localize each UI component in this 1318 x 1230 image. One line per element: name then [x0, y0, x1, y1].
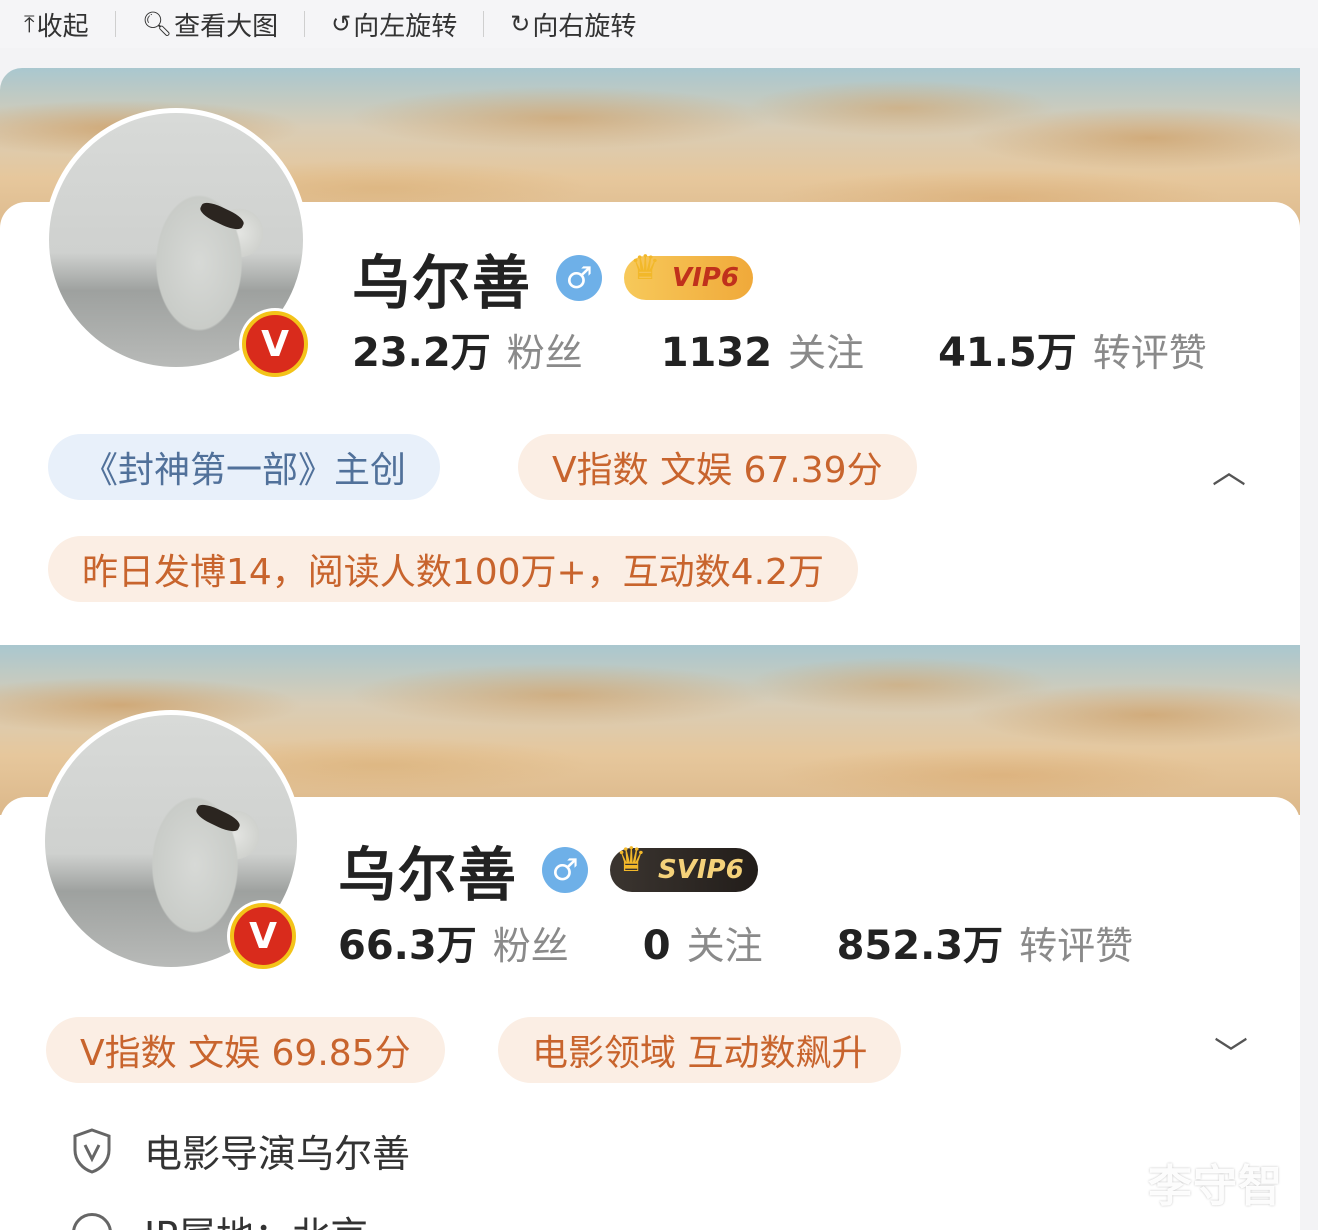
crown-icon: ♛ — [616, 840, 647, 880]
interactions-stat[interactable]: 852.3万 转评赞 — [837, 913, 1134, 971]
collapse-button[interactable]: ⤒ 收起 — [24, 6, 89, 43]
interactions-label: 转评赞 — [1092, 331, 1207, 375]
vindex-tag[interactable]: V指数 文娱 69.85分 — [46, 1017, 445, 1083]
profile-card-bottom: V 乌尔善 ♂ ♛ SVIP6 66.3万 粉丝 0 关注 852.3万 转评赞… — [0, 645, 1300, 1230]
following-label: 关注 — [686, 924, 763, 968]
rotate-left-icon: ↺ — [331, 10, 352, 38]
collapse-label: 收起 — [36, 11, 89, 42]
avatar-detail — [197, 199, 247, 233]
ip-location-row: IP属地：北京 — [72, 1205, 368, 1230]
svip-badge[interactable]: ♛ SVIP6 — [610, 840, 758, 892]
creator-tag[interactable]: 《封神第一部》主创 — [48, 434, 441, 500]
view-large-label: 查看大图 — [174, 11, 279, 42]
vip-label: VIP6 — [672, 263, 739, 293]
interactions-label: 转评赞 — [1019, 924, 1134, 968]
following-label: 关注 — [788, 331, 865, 375]
description-row: 电影导演乌尔善 — [72, 1123, 410, 1178]
toolbar-divider — [304, 11, 306, 37]
ip-location: IP属地：北京 — [144, 1205, 368, 1230]
yesterday-stats-tag[interactable]: 昨日发博14，阅读人数100万+，互动数4.2万 — [48, 536, 858, 602]
interactions-count: 852.3万 — [836, 923, 1004, 969]
shield-icon — [73, 1127, 111, 1174]
profile-name: 乌尔善 — [338, 841, 519, 909]
vip-badge[interactable]: ♛ VIP6 — [624, 248, 753, 300]
stats-row: 23.2万 粉丝 1132 关注 41.5万 转评赞 — [352, 320, 1207, 378]
rotate-right-label: 向右旋转 — [532, 11, 637, 42]
image-viewer-toolbar: ⤒ 收起 🔍︎ 查看大图 ↺ 向左旋转 ↻ 向右旋转 — [0, 0, 1318, 48]
svip-label: SVIP6 — [658, 855, 744, 885]
followers-stat[interactable]: 23.2万 粉丝 — [352, 320, 583, 378]
chevron-down-icon[interactable]: ﹀ — [1214, 1027, 1248, 1076]
stats-row: 66.3万 粉丝 0 关注 852.3万 转评赞 — [338, 913, 1133, 971]
crown-icon: ♛ — [630, 248, 661, 288]
watermark: 李守智 — [1148, 1161, 1283, 1212]
chevron-up-icon[interactable]: ︿ — [1212, 444, 1246, 493]
following-count: 1132 — [660, 330, 773, 376]
followers-count: 66.3万 — [338, 923, 477, 969]
followers-stat[interactable]: 66.3万 粉丝 — [338, 913, 569, 971]
male-gender-icon: ♂ — [556, 255, 603, 301]
following-stat[interactable]: 1132 关注 — [661, 322, 864, 377]
field-tag[interactable]: 电影领域 互动数飙升 — [498, 1017, 902, 1083]
followers-count: 23.2万 — [352, 330, 491, 376]
followers-label: 粉丝 — [506, 331, 583, 375]
rotate-left-button[interactable]: ↺ 向左旋转 — [331, 6, 457, 43]
profile-name: 乌尔善 — [352, 249, 533, 317]
view-large-button[interactable]: 🔍︎ 查看大图 — [142, 6, 278, 43]
verified-badge-icon: V — [230, 903, 296, 969]
toolbar-divider — [483, 11, 485, 37]
rotate-right-button[interactable]: ↻ 向右旋转 — [510, 6, 636, 43]
toolbar-divider — [114, 11, 116, 37]
name-row: 乌尔善 ♂ ♛ VIP6 — [352, 236, 753, 320]
profile-description: 电影导演乌尔善 — [144, 1132, 411, 1176]
following-stat[interactable]: 0 关注 — [643, 915, 763, 970]
search-icon: 🔍︎ — [141, 10, 173, 38]
interactions-stat[interactable]: 41.5万 转评赞 — [938, 320, 1207, 378]
upload-arrow-icon: ⤒ — [24, 10, 35, 38]
male-gender-icon: ♂ — [542, 847, 589, 893]
name-row: 乌尔善 ♂ ♛ SVIP6 — [338, 828, 758, 912]
vindex-tag[interactable]: V指数 文娱 67.39分 — [518, 434, 917, 500]
profile-card-top: V 乌尔善 ♂ ♛ VIP6 23.2万 粉丝 1132 关注 41.5万 转评… — [0, 68, 1300, 645]
verified-badge-icon: V — [242, 311, 308, 377]
following-count: 0 — [642, 923, 671, 969]
followers-label: 粉丝 — [492, 924, 569, 968]
avatar-detail — [193, 801, 243, 835]
location-icon — [72, 1212, 112, 1230]
interactions-count: 41.5万 — [938, 330, 1077, 376]
rotate-right-icon: ↻ — [510, 10, 531, 38]
rotate-left-label: 向左旋转 — [353, 11, 458, 42]
